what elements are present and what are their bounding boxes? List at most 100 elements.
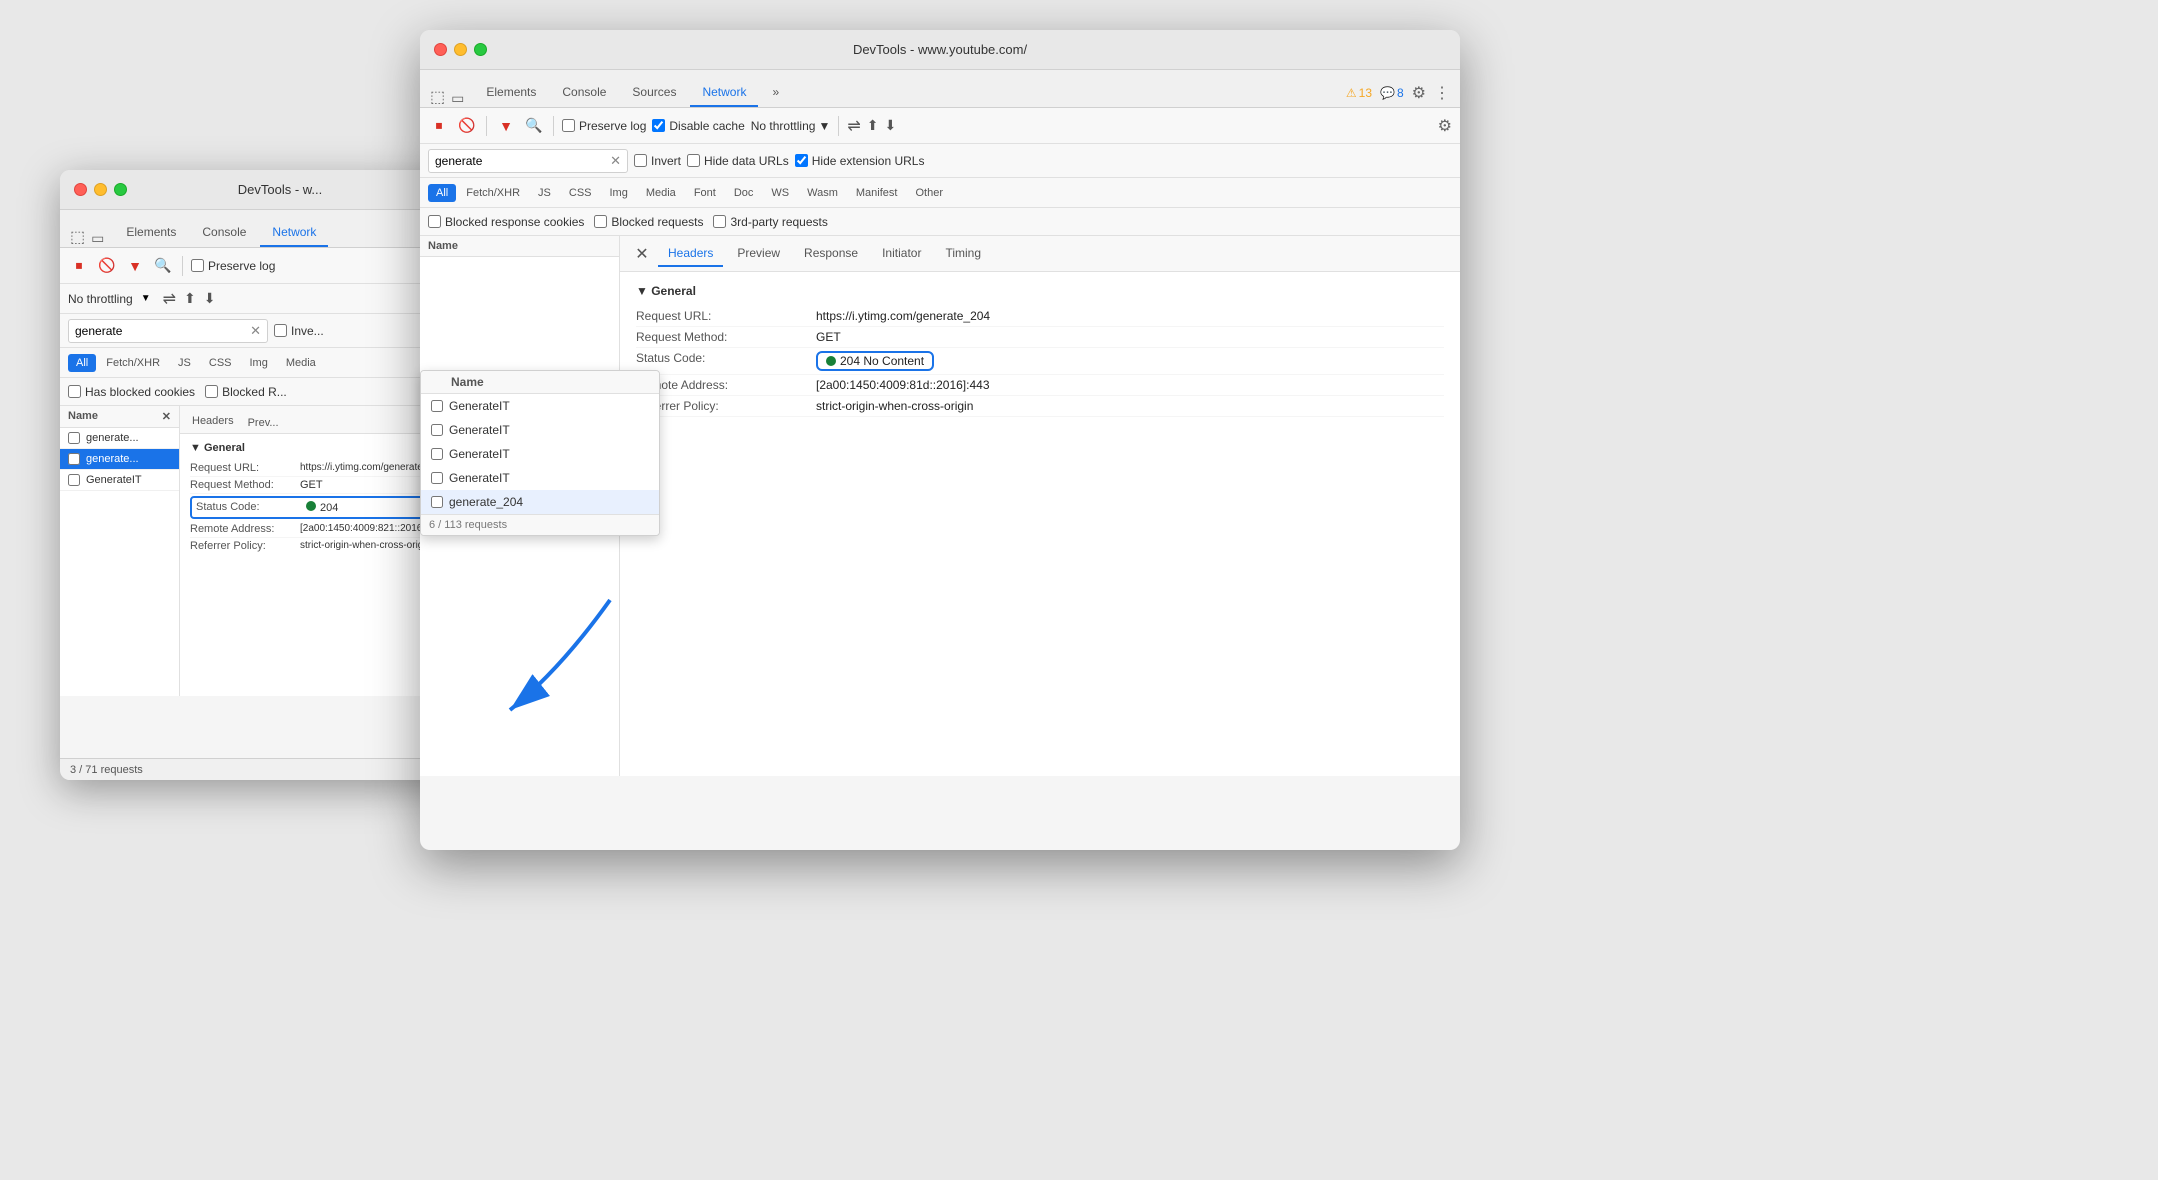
blocked-response-cookies-front[interactable]: Blocked response cookies bbox=[428, 215, 584, 229]
devtools-tabs-front: ⬚ ▭ Elements Console Sources Network » ⚠… bbox=[420, 70, 1460, 108]
record-button-back[interactable]: ⏹ bbox=[68, 255, 90, 277]
tab-network-front[interactable]: Network bbox=[690, 79, 758, 107]
third-party-requests-front[interactable]: 3rd-party requests bbox=[713, 215, 827, 229]
throttle-select-front[interactable]: No throttling ▼ bbox=[751, 119, 831, 133]
tab-headers-front[interactable]: Headers bbox=[658, 241, 723, 267]
name-col-back: Name bbox=[68, 410, 98, 423]
filter-media-back[interactable]: Media bbox=[278, 354, 324, 372]
invert-checkbox-front[interactable]: Invert bbox=[634, 154, 681, 168]
filter-all-front[interactable]: All bbox=[428, 184, 456, 202]
close-button-back[interactable] bbox=[74, 183, 87, 196]
tab-headers-back[interactable]: Headers bbox=[186, 411, 240, 433]
cursor-icon-front: ⬚ bbox=[430, 87, 445, 107]
maximize-button-back[interactable] bbox=[114, 183, 127, 196]
dropdown-item-2[interactable]: GenerateIT bbox=[421, 418, 659, 442]
filter-fetchxhr-front[interactable]: Fetch/XHR bbox=[458, 184, 528, 202]
search-input-front[interactable] bbox=[435, 154, 610, 168]
filter-other-front[interactable]: Other bbox=[907, 184, 951, 202]
request-item-2-back[interactable]: generate... bbox=[60, 449, 179, 470]
filter-css-front[interactable]: CSS bbox=[561, 184, 600, 202]
search-input-back[interactable] bbox=[75, 324, 250, 338]
filter-wasm-front[interactable]: Wasm bbox=[799, 184, 846, 202]
filter-doc-front[interactable]: Doc bbox=[726, 184, 762, 202]
filter-button-back[interactable]: ▼ bbox=[124, 255, 146, 277]
tab-sources-front[interactable]: Sources bbox=[620, 79, 688, 107]
search-button-front[interactable]: 🔍 bbox=[523, 115, 545, 137]
clear-button-back[interactable]: 🚫 bbox=[96, 255, 118, 277]
speech-bubble-icon: 💬 bbox=[1380, 86, 1395, 100]
blocked-requests-back[interactable]: Blocked R... bbox=[205, 385, 287, 399]
tab-elements-front[interactable]: Elements bbox=[474, 79, 548, 107]
tab-console-back[interactable]: Console bbox=[190, 219, 258, 247]
tab-timing-front[interactable]: Timing bbox=[935, 241, 991, 267]
preserve-log-back[interactable]: Preserve log bbox=[191, 259, 275, 273]
device-icon-back: ▭ bbox=[91, 230, 104, 247]
warning-badge-front: ⚠ 13 bbox=[1346, 86, 1372, 100]
window-title-front: DevTools - www.youtube.com/ bbox=[853, 42, 1027, 57]
filter-js-front[interactable]: JS bbox=[530, 184, 559, 202]
settings-icon-front[interactable]: ⚙ bbox=[1438, 116, 1452, 136]
tab-preview-back[interactable]: Prev... bbox=[242, 413, 285, 433]
request-item-3-back[interactable]: GenerateIT bbox=[60, 470, 179, 491]
dropdown-item-1[interactable]: GenerateIT bbox=[421, 394, 659, 418]
filter-fetchxhr-back[interactable]: Fetch/XHR bbox=[98, 354, 168, 372]
status-dot-back bbox=[306, 501, 316, 511]
tab-preview-front[interactable]: Preview bbox=[727, 241, 790, 267]
filter-ws-front[interactable]: WS bbox=[763, 184, 797, 202]
key-address-back: Remote Address: bbox=[190, 523, 300, 535]
dots-icon-front[interactable]: ⋮ bbox=[1434, 83, 1450, 103]
dropdown-item-3[interactable]: GenerateIT bbox=[421, 442, 659, 466]
filter-img-back[interactable]: Img bbox=[242, 354, 276, 372]
tab-response-front[interactable]: Response bbox=[794, 241, 868, 267]
close-col-back: ✕ bbox=[162, 410, 171, 423]
hide-extension-urls-front[interactable]: Hide extension URLs bbox=[795, 154, 925, 168]
request-item-1-back[interactable]: generate... bbox=[60, 428, 179, 449]
traffic-lights-front bbox=[434, 43, 487, 56]
close-details-button[interactable]: ✕ bbox=[630, 242, 654, 266]
filter-img-front[interactable]: Img bbox=[602, 184, 636, 202]
tab-overflow-front[interactable]: » bbox=[760, 79, 791, 107]
tab-elements-back[interactable]: Elements bbox=[114, 219, 188, 247]
dropdown-item-5[interactable]: generate_204 bbox=[421, 490, 659, 514]
warning-triangle-icon: ⚠ bbox=[1346, 86, 1357, 100]
blocked-requests-front[interactable]: Blocked requests bbox=[594, 215, 703, 229]
invert-checkbox-back[interactable]: Inve... bbox=[274, 324, 324, 338]
clear-button-front[interactable]: 🚫 bbox=[456, 115, 478, 137]
disable-cache-front[interactable]: Disable cache bbox=[652, 119, 744, 133]
row-referrer-front: Referrer Policy: strict-origin-when-cros… bbox=[636, 396, 1444, 417]
autocomplete-dropdown: Name GenerateIT GenerateIT GenerateIT Ge… bbox=[420, 370, 660, 536]
cursor-icon-back: ⬚ bbox=[70, 227, 85, 247]
requests-header-front: Name bbox=[420, 236, 619, 257]
filter-css-back[interactable]: CSS bbox=[201, 354, 240, 372]
close-button-front[interactable] bbox=[434, 43, 447, 56]
minimize-button-front[interactable] bbox=[454, 43, 467, 56]
search-clear-front[interactable]: ✕ bbox=[610, 153, 621, 169]
filter-media-front[interactable]: Media bbox=[638, 184, 684, 202]
blocked-cookies-back[interactable]: Has blocked cookies bbox=[68, 385, 195, 399]
row-address-front: Remote Address: [2a00:1450:4009:81d::201… bbox=[636, 375, 1444, 396]
search-clear-back[interactable]: ✕ bbox=[250, 323, 261, 339]
maximize-button-front[interactable] bbox=[474, 43, 487, 56]
preserve-log-front[interactable]: Preserve log bbox=[562, 119, 646, 133]
preserve-log-checkbox-front[interactable] bbox=[562, 119, 575, 132]
dropdown-item-4[interactable]: GenerateIT bbox=[421, 466, 659, 490]
gear-icon-front[interactable]: ⚙ bbox=[1412, 83, 1426, 103]
window-title-back: DevTools - w... bbox=[238, 182, 323, 197]
tab-initiator-front[interactable]: Initiator bbox=[872, 241, 931, 267]
disable-cache-checkbox-front[interactable] bbox=[652, 119, 665, 132]
filter-js-back[interactable]: JS bbox=[170, 354, 199, 372]
search-button-back[interactable]: 🔍 bbox=[152, 255, 174, 277]
tab-network-back[interactable]: Network bbox=[260, 219, 328, 247]
preserve-log-checkbox-back[interactable] bbox=[191, 259, 204, 272]
hide-data-urls-front[interactable]: Hide data URLs bbox=[687, 154, 789, 168]
filter-all-back[interactable]: All bbox=[68, 354, 96, 372]
minimize-button-back[interactable] bbox=[94, 183, 107, 196]
invert-cb-back[interactable] bbox=[274, 324, 287, 337]
filter-font-front[interactable]: Font bbox=[686, 184, 724, 202]
wifi-icon-front: ⇌ bbox=[847, 116, 860, 136]
filter-button-front[interactable]: ▼ bbox=[495, 115, 517, 137]
tab-console-front[interactable]: Console bbox=[550, 79, 618, 107]
record-button-front[interactable]: ⏹ bbox=[428, 115, 450, 137]
row-method-front: Request Method: GET bbox=[636, 327, 1444, 348]
filter-manifest-front[interactable]: Manifest bbox=[848, 184, 906, 202]
